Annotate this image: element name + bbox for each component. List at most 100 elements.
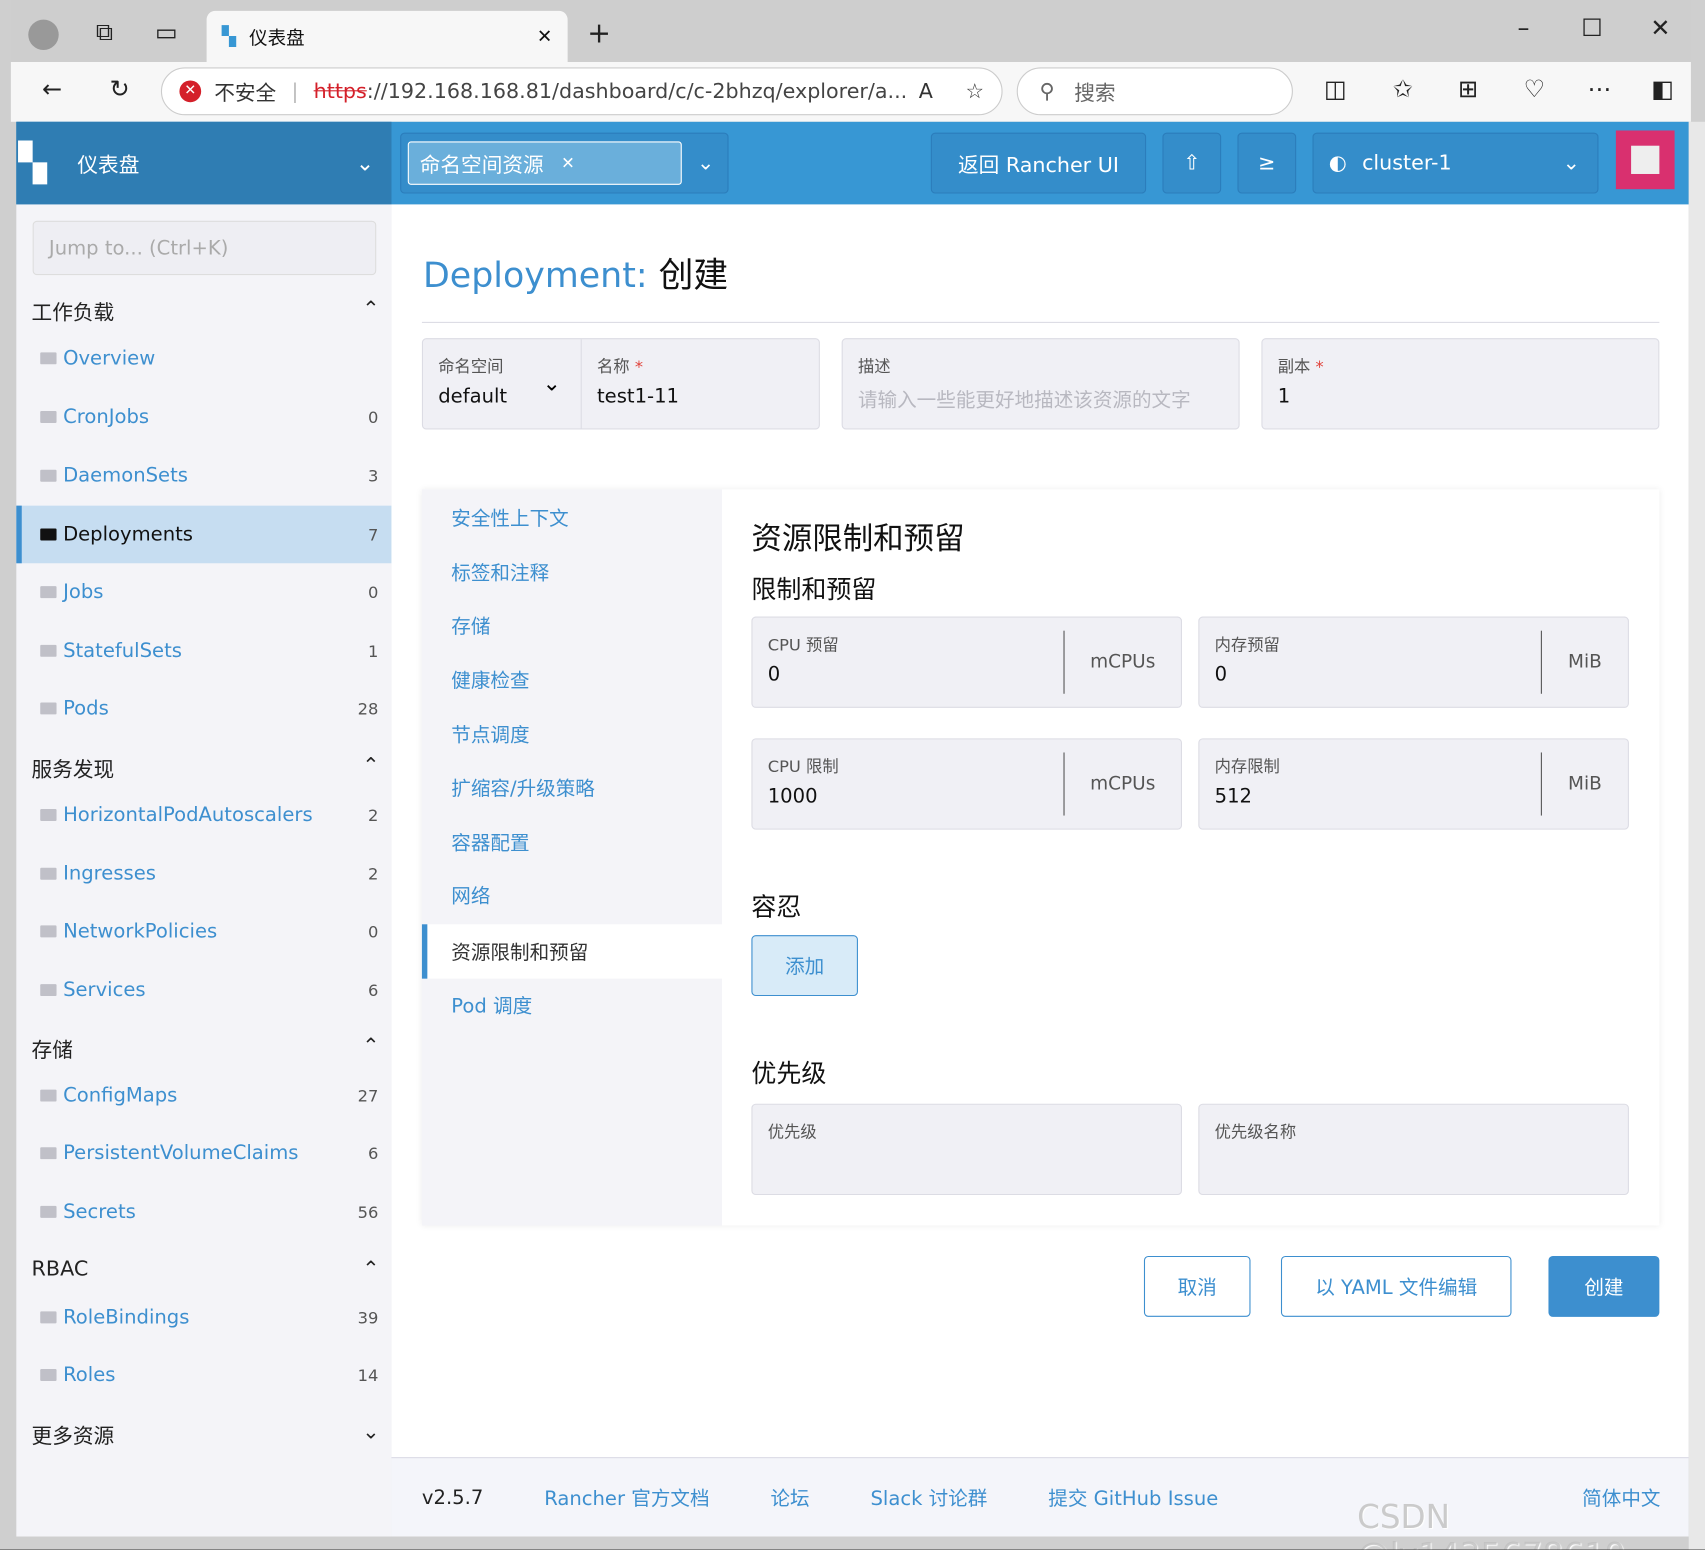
sidebar-item-cronjobs[interactable]: CronJobs 0 [16,388,391,446]
memory-reservation-input[interactable]: 内存预留 0 MiB [1198,616,1629,708]
cpu-reservation-input[interactable]: CPU 预留 0 mCPUs [751,616,1183,708]
create-button[interactable]: 创建 [1548,1255,1660,1317]
maximize-icon[interactable]: ☐ [1572,15,1611,42]
sidebar-item-services[interactable]: Services 6 [16,961,391,1019]
item-label: Secrets [63,1200,136,1224]
url-scheme: https [313,79,367,104]
sidebar-item-ingresses[interactable]: Ingresses 2 [16,845,391,903]
product-name: 仪表盘 [77,152,140,177]
read-aloud-icon[interactable]: A [919,79,933,103]
kubectl-shell-icon[interactable]: ≥ [1237,132,1297,194]
item-label: Jobs [63,580,104,604]
tab-networking[interactable]: 网络 [451,881,490,909]
folder-icon [40,528,57,541]
folder-icon [40,984,57,997]
group-service-discovery[interactable]: 服务发现 ⌃ [32,754,380,783]
namespace-label: 命名空间 [438,356,504,377]
name-input[interactable]: test1-11 [597,385,679,408]
close-window-icon[interactable]: ✕ [1641,15,1680,42]
browser-search[interactable]: ⚲ 搜索 [1016,67,1293,116]
description-input[interactable]: 描述 请输入一些能更好地描述该资源的文字 [841,338,1240,430]
replicas-input[interactable]: 副本 * 1 [1261,338,1660,430]
folder-icon [40,867,57,880]
sidebar-item-secrets[interactable]: Secrets 56 [16,1183,391,1241]
sidebar-item-deployments[interactable]: Deployments 7 [16,505,392,564]
sidebar-item-hpa[interactable]: HorizontalPodAutoscalers 2 [16,786,391,844]
namespace-name-group: 命名空间 default ⌄ 名称 * test1-11 [421,338,820,430]
sidebar-item-jobs[interactable]: Jobs 0 [16,563,391,621]
tab-pod-scheduling[interactable]: Pod 调度 [451,991,532,1019]
priority-class-input[interactable]: 优先级名称 [1198,1103,1629,1196]
cluster-selector[interactable]: ◐ cluster-1 ⌄ [1312,132,1599,194]
back-icon[interactable]: ← [33,76,72,103]
new-tab-icon[interactable]: + [580,17,619,50]
description-label: 描述 [857,356,891,377]
scrollbar[interactable] [1688,121,1705,1550]
cpu-limit-input[interactable]: CPU 限制 1000 mCPUs [751,738,1183,830]
favorite-star-icon[interactable]: ☆ [966,79,985,103]
tab-health-check[interactable]: 健康检查 [451,665,529,693]
sidebar-item-rolebindings[interactable]: RoleBindings 39 [16,1289,391,1347]
vertical-tabs-icon[interactable]: ▭ [147,20,186,47]
chevron-down-icon[interactable]: ⌄ [543,370,561,396]
cpu-limit-value: 1000 [767,785,818,808]
more-icon[interactable]: ⋯ [1580,76,1619,103]
docs-link[interactable]: Rancher 官方文档 [544,1483,709,1511]
priority-input[interactable]: 优先级 [751,1103,1183,1196]
namespace-filter[interactable]: 命名空间资源 ✕ ⌄ [400,132,729,194]
group-more-resources[interactable]: 更多资源 ⌄ [32,1420,380,1449]
favorites-icon[interactable]: ✩ [1383,76,1422,103]
import-yaml-icon[interactable]: ⇧ [1162,132,1222,194]
split-screen-icon[interactable]: ◫ [1316,76,1355,103]
jump-to-input[interactable]: Jump to... (Ctrl+K) [32,220,377,276]
item-label: PersistentVolumeClaims [63,1141,299,1165]
sidebar-item-networkpolicies[interactable]: NetworkPolicies 0 [16,903,391,961]
reload-icon[interactable]: ↻ [100,76,139,103]
group-label: 工作负载 [31,301,115,326]
minimize-icon[interactable]: – [1504,15,1543,42]
close-tab-icon[interactable]: ✕ [537,26,552,48]
tab-storage[interactable]: 存储 [451,611,490,639]
sidebar-item-pvcs[interactable]: PersistentVolumeClaims 6 [16,1124,391,1182]
remove-chip-icon[interactable]: ✕ [561,153,575,173]
tab-labels[interactable]: 标签和注释 [451,558,549,586]
tab-container-config[interactable]: 容器配置 [451,828,529,856]
tab-security-context[interactable]: 安全性上下文 [451,503,568,531]
sidebar-item-overview[interactable]: Overview [16,329,391,387]
tab-scaling[interactable]: 扩缩容/升级策略 [451,773,595,801]
edit-as-yaml-button[interactable]: 以 YAML 文件编辑 [1280,1255,1512,1317]
browser-tab[interactable]: ▚ 仪表盘 ✕ [206,10,568,62]
tab-node-scheduling[interactable]: 节点调度 [451,720,529,748]
sidebar-toggle-icon[interactable]: ◧ [1643,76,1682,103]
slack-link[interactable]: Slack 讨论群 [870,1483,987,1511]
forum-link[interactable]: 论坛 [770,1483,809,1511]
sidebar-item-pods[interactable]: Pods 28 [16,680,391,738]
user-avatar[interactable] [1615,130,1675,190]
sidebar-item-statefulsets[interactable]: StatefulSets 1 [16,622,391,680]
sidebar-item-configmaps[interactable]: ConfigMaps 27 [16,1067,391,1125]
memory-unit: MiB [1540,752,1628,816]
group-rbac[interactable]: RBAC ⌃ [32,1257,380,1281]
item-label: Deployments [63,523,193,546]
group-storage[interactable]: 存储 ⌃ [32,1034,380,1063]
item-count: 28 [357,698,379,719]
url-bar[interactable]: ✕ 不安全 | https ://192.168.168.81/dashboar… [160,67,1003,116]
group-workloads[interactable]: 工作负载 ⌃ [32,297,380,326]
browser-essentials-icon[interactable]: ♡ [1515,76,1554,103]
github-issue-link[interactable]: 提交 GitHub Issue [1048,1483,1218,1511]
memory-limit-input[interactable]: 内存限制 512 MiB [1198,738,1629,830]
tab-resources[interactable]: 资源限制和预留 [451,937,588,965]
collections-icon[interactable]: ⊞ [1448,76,1487,103]
add-toleration-button[interactable]: 添加 [751,935,858,997]
sidebar-item-roles[interactable]: Roles 14 [16,1346,391,1404]
search-icon: ⚲ [1039,79,1055,104]
security-label: 不安全 [214,81,277,105]
cancel-button[interactable]: 取消 [1143,1255,1251,1317]
product-menu[interactable]: ▚ 仪表盘 ⌄ [16,121,392,205]
namespace-select[interactable]: default [438,385,507,408]
workspaces-icon[interactable]: ⧉ [85,20,124,47]
sidebar: Jump to... (Ctrl+K) 工作负载 ⌃ Overview CronJ… [16,204,392,1537]
sidebar-item-daemonsets[interactable]: DaemonSets 3 [16,447,391,505]
profile-icon[interactable] [28,19,59,51]
back-to-rancher-button[interactable]: 返回 Rancher UI [930,132,1147,194]
